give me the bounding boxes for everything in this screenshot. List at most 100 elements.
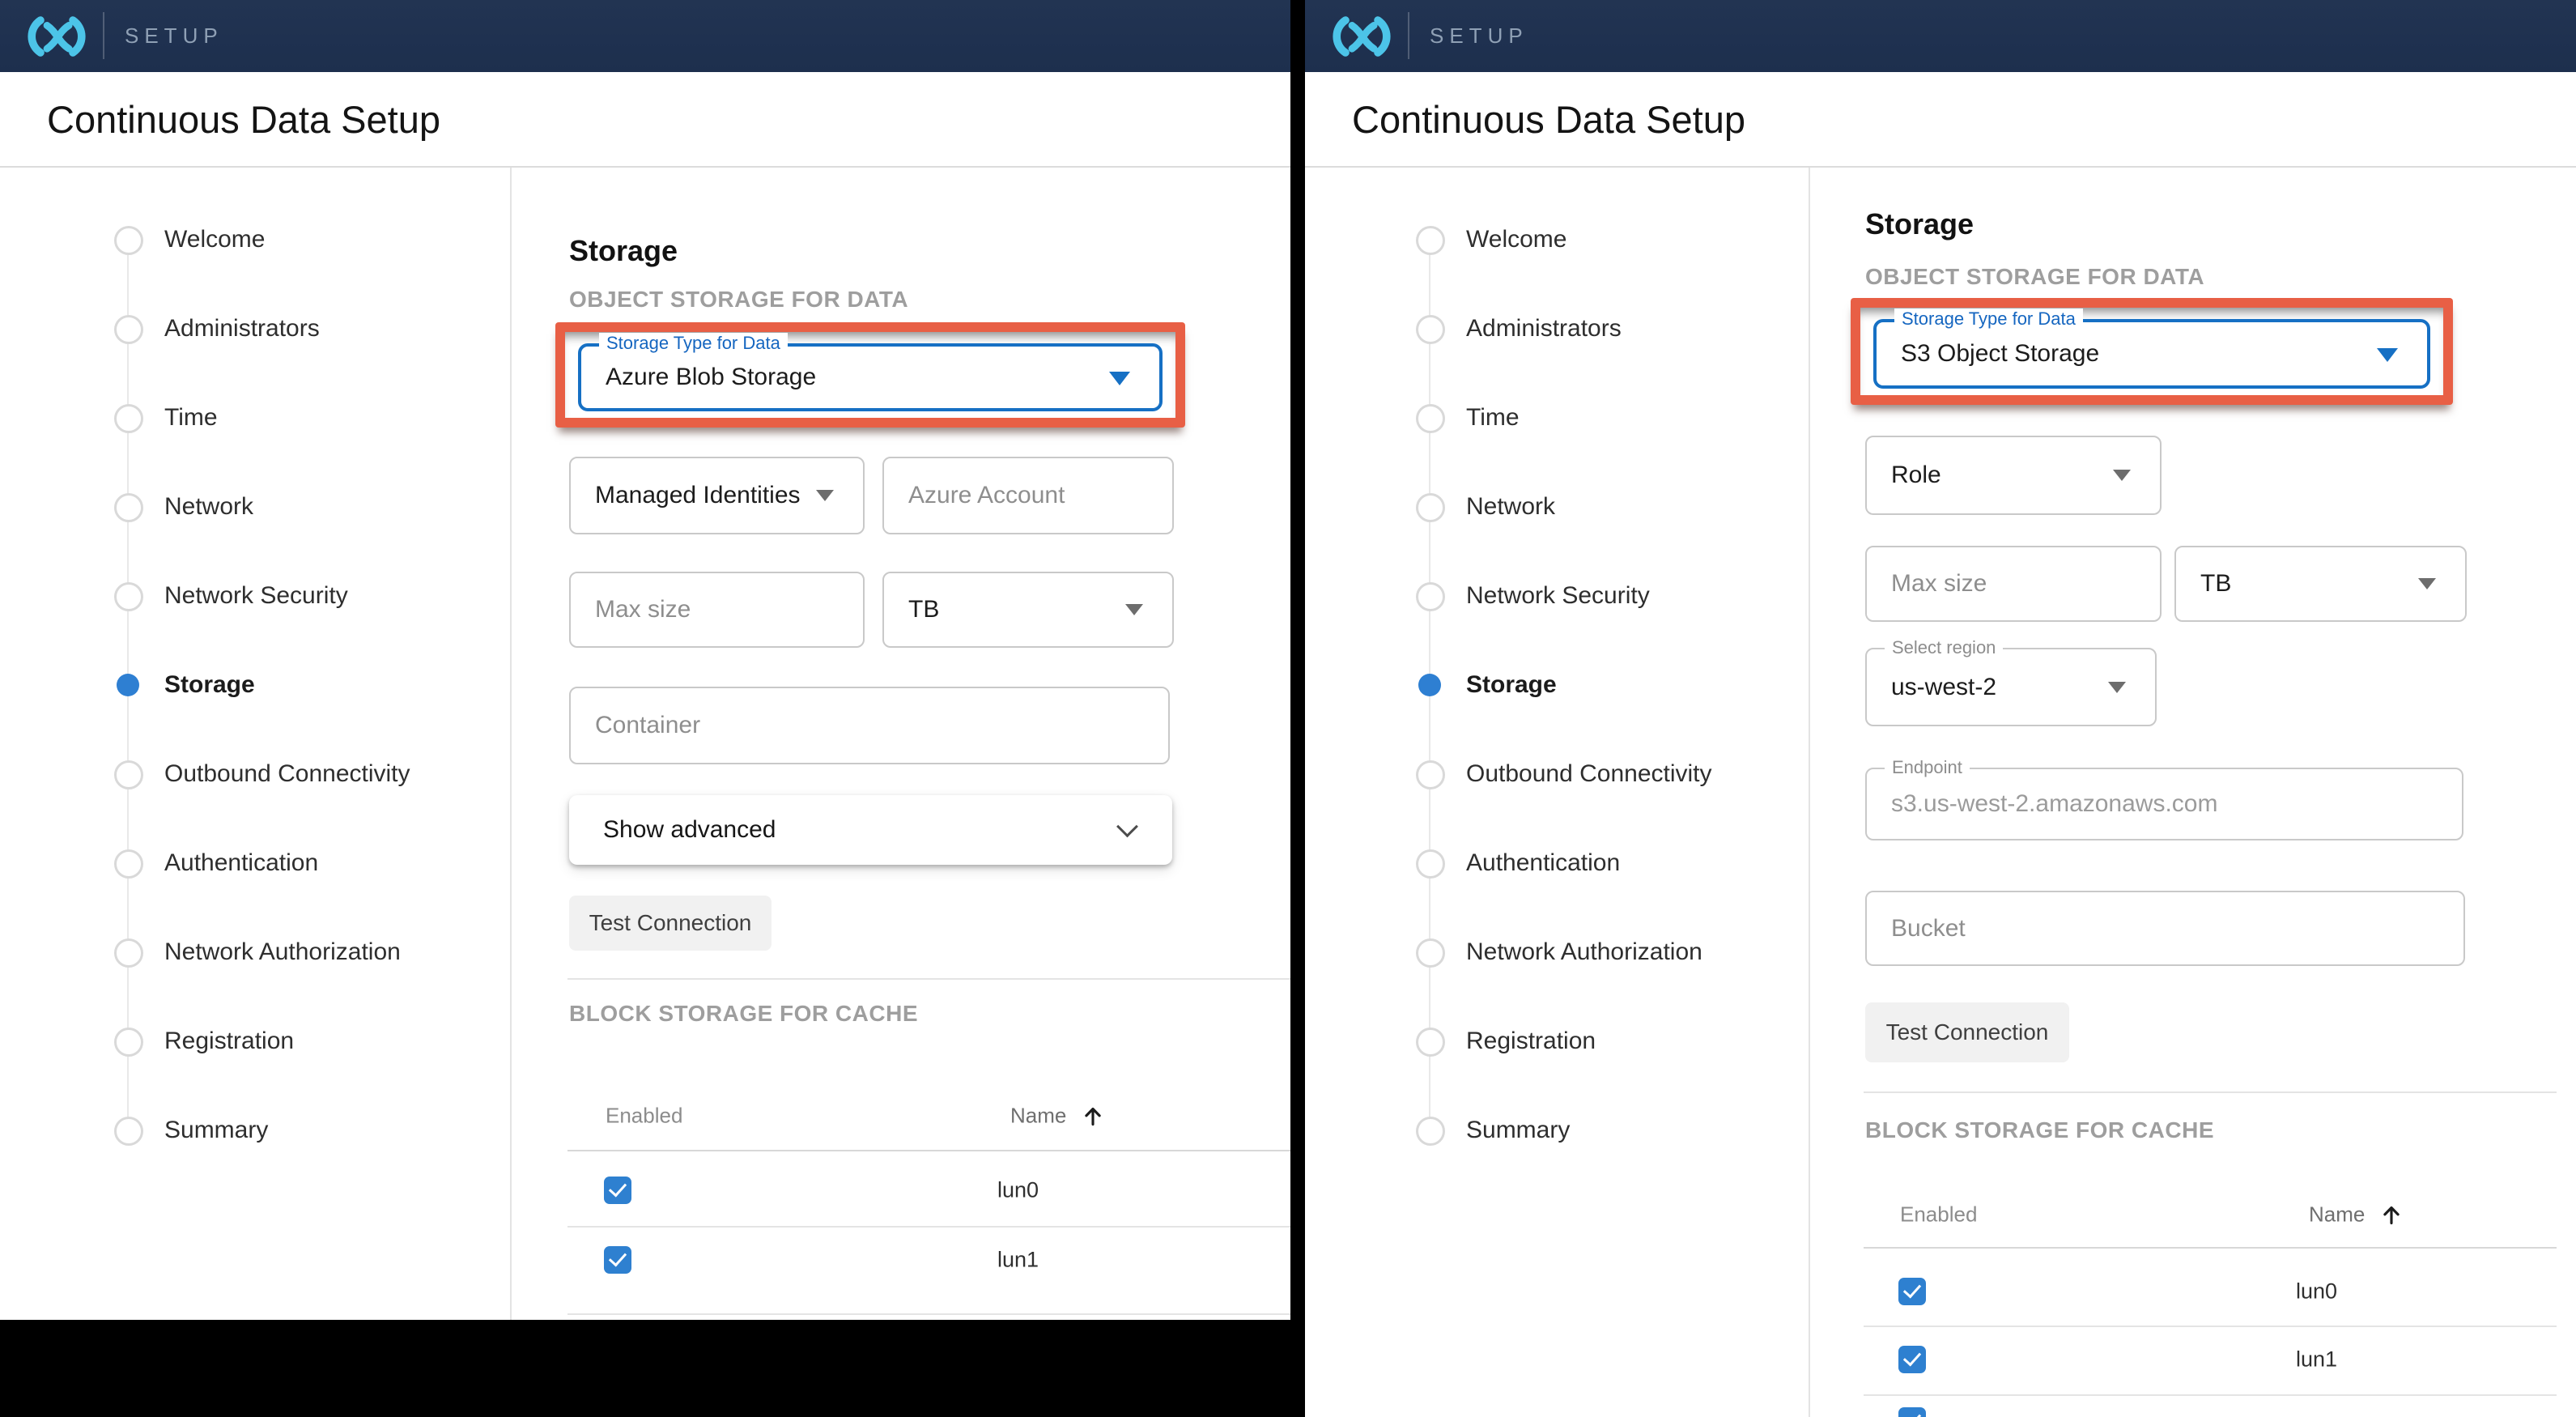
step-circle-storage-active[interactable] [117,674,139,696]
step-circle-summary[interactable] [1416,1117,1445,1146]
step-circle-time[interactable] [114,404,143,433]
auth-method-select[interactable]: Managed Identities [569,457,865,534]
test-connection-button[interactable]: Test Connection [569,896,772,951]
size-unit-select[interactable]: TB [882,572,1174,648]
column-header-name[interactable]: Name [1010,1104,1105,1129]
step-circle-summary[interactable] [114,1117,143,1146]
storage-heading: Storage [1865,207,1974,241]
sidebar-item-registration[interactable]: Registration [164,1028,294,1055]
column-header-enabled: Enabled [606,1104,682,1129]
role-select[interactable]: Role [1865,436,2162,515]
delphix-logo-icon [21,10,92,63]
storage-type-select[interactable]: Storage Type for Data S3 Object Storage [1873,319,2430,389]
sidebar-item-network-security[interactable]: Network Security [1466,582,1650,610]
show-advanced-label: Show advanced [603,816,776,844]
test-connection-button[interactable]: Test Connection [1865,1002,2069,1062]
row-lun1-checkbox[interactable] [1898,1346,1926,1373]
section-divider [1864,1091,2557,1093]
step-circle-outbound-connectivity[interactable] [114,760,143,789]
name-header-label: Name [1010,1104,1066,1129]
sort-ascending-icon [1081,1104,1105,1128]
size-unit-select[interactable]: TB [2174,546,2467,622]
row-divider [1864,1326,2557,1327]
sidebar-item-network-security[interactable]: Network Security [164,582,348,610]
chevron-down-icon [2113,470,2131,481]
step-circle-registration[interactable] [1416,1028,1445,1057]
top-navbar: SETUP [1305,0,2576,72]
sidebar-item-registration[interactable]: Registration [1466,1028,1596,1055]
step-circle-network-authorization[interactable] [114,938,143,968]
region-value: us-west-2 [1891,674,1996,701]
bucket-input[interactable] [1867,892,2488,964]
sidebar-item-outbound-connectivity[interactable]: Outbound Connectivity [164,760,410,788]
block-storage-section-label: BLOCK STORAGE FOR CACHE [1865,1117,2214,1143]
sidebar-item-storage[interactable]: Storage [1466,671,1557,699]
sidebar-item-time[interactable]: Time [164,404,218,432]
step-circle-administrators[interactable] [114,315,143,344]
step-circle-network[interactable] [114,493,143,522]
right-screenshot-s3: SETUP Continuous Data Setup Welcome Admi… [1305,0,2576,1417]
step-circle-welcome[interactable] [1416,226,1445,255]
step-circle-authentication[interactable] [114,849,143,879]
step-circle-storage-active[interactable] [1418,674,1441,696]
chevron-down-icon [816,490,834,501]
chevron-down-icon [1125,604,1143,615]
step-circle-outbound-connectivity[interactable] [1416,760,1445,789]
sidebar-item-welcome[interactable]: Welcome [164,226,265,253]
title-bar: Continuous Data Setup [0,72,1290,168]
storage-type-select[interactable]: Storage Type for Data Azure Blob Storage [578,343,1163,411]
sidebar-item-welcome[interactable]: Welcome [1466,226,1566,253]
sidebar-item-authentication[interactable]: Authentication [1466,849,1620,877]
region-label: Select region [1885,637,2003,658]
highlight-annotation-box: Storage Type for Data S3 Object Storage [1851,298,2453,405]
column-header-name[interactable]: Name [2309,1202,2404,1228]
sidebar-item-summary[interactable]: Summary [1466,1117,1570,1144]
sidebar-item-time[interactable]: Time [1466,404,1520,432]
row-lun0-checkbox[interactable] [604,1177,631,1204]
column-header-enabled: Enabled [1900,1202,1977,1228]
sidebar-item-network[interactable]: Network [164,493,253,521]
sidebar-item-network[interactable]: Network [1466,493,1555,521]
setup-label: SETUP [1430,0,1528,72]
step-circle-administrators[interactable] [1416,315,1445,344]
sidebar-item-authentication[interactable]: Authentication [164,849,318,877]
max-size-input[interactable] [1867,547,2184,620]
step-circle-registration[interactable] [114,1028,143,1057]
size-unit-value: TB [2200,570,2231,598]
auth-method-value: Managed Identities [595,482,801,509]
step-circle-welcome[interactable] [114,226,143,255]
title-bar: Continuous Data Setup [1305,72,2576,168]
name-header-label: Name [2309,1202,2365,1228]
row-lun1-checkbox[interactable] [604,1246,631,1274]
row-partial-checkbox[interactable] [1898,1407,1926,1417]
show-advanced-expander[interactable]: Show advanced [569,795,1172,865]
highlight-inner: Storage Type for Data Azure Blob Storage [565,332,1175,418]
sidebar-item-administrators[interactable]: Administrators [164,315,320,343]
role-value: Role [1891,462,1941,489]
azure-account-input[interactable] [884,458,1197,533]
endpoint-field-disabled: Endpoint s3.us-west-2.amazonaws.com [1865,768,2463,840]
sidebar-divider [510,168,512,1320]
chevron-down-icon [1109,372,1130,385]
step-circle-time[interactable] [1416,404,1445,433]
sidebar-item-administrators[interactable]: Administrators [1466,315,1622,343]
step-circle-network-security[interactable] [114,582,143,611]
row-divider [1864,1394,2557,1396]
sidebar-item-network-authorization[interactable]: Network Authorization [164,938,401,966]
row-lun0-name: lun0 [2296,1279,2337,1304]
storage-type-label: Storage Type for Data [599,333,788,354]
row-lun0-checkbox[interactable] [1898,1278,1926,1305]
region-select[interactable]: Select region us-west-2 [1865,648,2157,726]
container-input[interactable] [571,688,1192,763]
highlight-inner: Storage Type for Data S3 Object Storage [1860,308,2443,395]
sidebar-item-outbound-connectivity[interactable]: Outbound Connectivity [1466,760,1712,788]
step-circle-network-authorization[interactable] [1416,938,1445,968]
step-circle-network-security[interactable] [1416,582,1445,611]
step-circle-authentication[interactable] [1416,849,1445,879]
step-circle-network[interactable] [1416,493,1445,522]
max-size-input[interactable] [571,573,887,646]
sidebar-item-summary[interactable]: Summary [164,1117,268,1144]
sidebar-item-storage[interactable]: Storage [164,671,255,699]
sidebar-item-network-authorization[interactable]: Network Authorization [1466,938,1702,966]
table-header-divider [567,1150,1290,1151]
